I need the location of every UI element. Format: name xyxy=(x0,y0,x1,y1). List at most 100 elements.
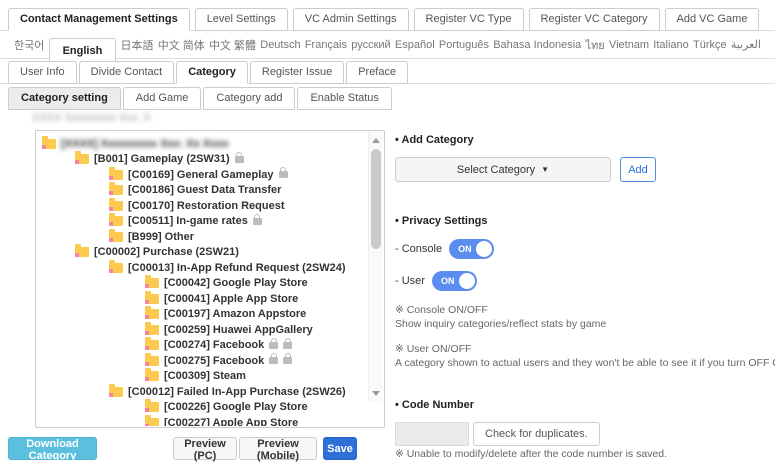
lang-türkçe[interactable]: Türkçe xyxy=(693,37,727,53)
code-number-input[interactable] xyxy=(395,422,469,446)
tab-register-vc-category[interactable]: Register VC Category xyxy=(529,8,660,31)
console-note-title: ※ Console ON/OFF xyxy=(395,304,773,316)
tree-item[interactable]: [C00170] Restoration Request xyxy=(37,198,367,214)
tree-item[interactable]: [B999] Other xyxy=(37,229,367,245)
subtab-enable-status[interactable]: Enable Status xyxy=(297,87,392,110)
language-bar: 한국어English日本語中文 简体中文 繁體DeutschFrançaisру… xyxy=(0,31,775,59)
check-duplicates-button[interactable]: Check for duplicates. xyxy=(473,422,600,446)
tab-category[interactable]: Category xyxy=(176,61,248,84)
lang-português[interactable]: Português xyxy=(439,37,489,53)
tree-item[interactable]: [C00169] General Gameplay xyxy=(37,167,367,183)
add-button[interactable]: Add xyxy=(620,157,656,182)
tab-register-issue[interactable]: Register Issue xyxy=(250,61,344,84)
lock-icon xyxy=(279,171,288,178)
tree-item-label: [C00169] General Gameplay xyxy=(128,169,274,181)
tree-item[interactable]: [C00511] In-game rates xyxy=(37,214,367,230)
lang-français[interactable]: Français xyxy=(305,37,347,53)
lock-icon xyxy=(269,342,278,349)
tree-item[interactable]: [XXXX] Xxxxxxxxx Xxx: Xx Xxxx xyxy=(37,136,367,152)
preview-pc-button[interactable]: Preview (PC) xyxy=(173,437,237,460)
user-toggle-row: - User ON xyxy=(395,271,773,291)
lang-العربية[interactable]: العربية xyxy=(731,36,761,53)
tab-contact-management-settings[interactable]: Contact Management Settings xyxy=(8,8,190,31)
select-category-dropdown[interactable]: Select Category ▼ xyxy=(395,157,611,182)
folder-icon xyxy=(109,185,123,195)
lang-日本語[interactable]: 日本語 xyxy=(121,35,154,55)
save-button[interactable]: Save xyxy=(323,437,357,460)
lang-中文-简体[interactable]: 中文 简体 xyxy=(158,35,205,55)
console-toggle[interactable]: ON xyxy=(449,239,494,259)
user-toggle-knob xyxy=(459,273,475,289)
folder-icon xyxy=(109,201,123,211)
subtab-category-add[interactable]: Category add xyxy=(203,87,295,110)
tree-item[interactable]: [C00275] Facebook xyxy=(37,353,367,369)
lang-español[interactable]: Español xyxy=(395,37,435,53)
tree-item[interactable]: [C00226] Google Play Store xyxy=(37,400,367,416)
subtab-category-setting[interactable]: Category setting xyxy=(8,87,121,110)
scroll-up-icon[interactable] xyxy=(372,138,380,143)
user-toggle[interactable]: ON xyxy=(432,271,477,291)
tree-item[interactable]: [C00042] Google Play Store xyxy=(37,276,367,292)
tab-vc-admin-settings[interactable]: VC Admin Settings xyxy=(293,8,409,31)
folder-icon xyxy=(109,170,123,180)
lang-vietnam[interactable]: Vietnam xyxy=(609,37,649,53)
lang-bahasa-indonesia[interactable]: Bahasa Indonesia xyxy=(493,37,581,53)
folder-icon xyxy=(145,418,159,426)
tree-item-label: [C00259] Huawei AppGallery xyxy=(164,324,313,336)
lang-ไทย[interactable]: ไทย xyxy=(586,34,605,56)
tree-item[interactable]: [B001] Gameplay (2SW31) xyxy=(37,152,367,168)
lang-한국어[interactable]: 한국어 xyxy=(14,35,44,55)
lang-中文-繁體[interactable]: 中文 繁體 xyxy=(209,35,256,55)
tree-item[interactable]: [C00041] Apple App Store xyxy=(37,291,367,307)
tab-user-info[interactable]: User Info xyxy=(8,61,77,84)
user-note-title: ※ User ON/OFF xyxy=(395,343,773,355)
console-toggle-on-label: ON xyxy=(458,244,472,254)
tree-item-label: [C00012] Failed In-App Purchase (2SW26) xyxy=(128,386,346,398)
lock-icon xyxy=(235,156,244,163)
preview-mobile-button[interactable]: Preview (Mobile) xyxy=(239,437,317,460)
tree-item-label: [C00275] Facebook xyxy=(164,355,264,367)
lock-icon xyxy=(283,357,292,364)
folder-icon xyxy=(145,294,159,304)
code-number-row: Check for duplicates. xyxy=(395,422,773,446)
lang-deutsch[interactable]: Deutsch xyxy=(260,37,300,53)
lang-русский[interactable]: русский xyxy=(351,37,390,53)
tree-scrollbar[interactable] xyxy=(368,132,383,402)
select-category-label: Select Category xyxy=(457,164,535,176)
tree-item[interactable]: [C00013] In-App Refund Request (2SW24) xyxy=(37,260,367,276)
tree-item-label: [C00309] Steam xyxy=(164,370,246,382)
caret-down-icon: ▼ xyxy=(541,165,549,174)
tree-item[interactable]: [C00197] Amazon Appstore xyxy=(37,307,367,323)
scrollbar-thumb[interactable] xyxy=(371,149,381,249)
tree-item[interactable]: [C00012] Failed In-App Purchase (2SW26) xyxy=(37,384,367,400)
tree-item[interactable]: [C00259] Huawei AppGallery xyxy=(37,322,367,338)
tree-item[interactable]: [C00186] Guest Data Transfer xyxy=(37,183,367,199)
subtab-add-game[interactable]: Add Game xyxy=(123,87,202,110)
section-tab-bar: User InfoDivide ContactCategoryRegister … xyxy=(0,60,775,84)
user-note: A category shown to actual users and the… xyxy=(395,357,773,369)
lock-icon xyxy=(253,218,262,225)
redacted-tree-label: [XXXX] Xxxxxxxxx Xxx: Xx Xxxx xyxy=(61,138,229,150)
console-label: - Console xyxy=(395,243,442,255)
user-label: - User xyxy=(395,275,425,287)
tree-item[interactable]: [C00274] Facebook xyxy=(37,338,367,354)
tree-item-label: [C00170] Restoration Request xyxy=(128,200,285,212)
tree-item[interactable]: [C00227] Apple App Store xyxy=(37,415,367,426)
tree-item-label: [C00013] In-App Refund Request (2SW24) xyxy=(128,262,346,274)
tab-preface[interactable]: Preface xyxy=(346,61,408,84)
folder-icon xyxy=(75,247,89,257)
tree-item[interactable]: [C00309] Steam xyxy=(37,369,367,385)
tab-level-settings[interactable]: Level Settings xyxy=(195,8,288,31)
scroll-down-icon[interactable] xyxy=(372,391,380,396)
console-note: Show inquiry categories/reflect stats by… xyxy=(395,318,773,330)
download-category-button[interactable]: Download Category xyxy=(8,437,97,460)
folder-icon xyxy=(42,139,56,149)
lang-italiano[interactable]: Italiano xyxy=(653,37,688,53)
tab-register-vc-type[interactable]: Register VC Type xyxy=(414,8,524,31)
tree-item-label: [C00227] Apple App Store xyxy=(164,417,298,426)
lock-icon xyxy=(283,342,292,349)
tree-item[interactable]: [C00002] Purchase (2SW21) xyxy=(37,245,367,261)
tab-divide-contact[interactable]: Divide Contact xyxy=(79,61,175,84)
tab-add-vc-game[interactable]: Add VC Game xyxy=(665,8,760,31)
console-toggle-knob xyxy=(476,241,492,257)
